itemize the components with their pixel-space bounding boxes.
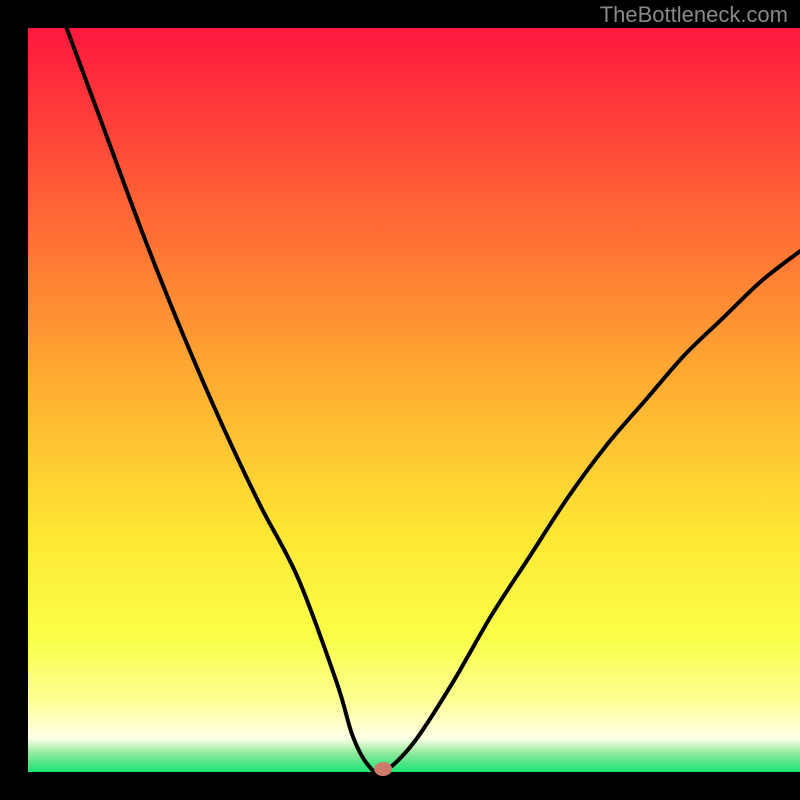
plot-background — [28, 28, 800, 772]
watermark-text: TheBottleneck.com — [600, 2, 788, 28]
chart-container: { "watermark": "TheBottleneck.com", "cha… — [0, 0, 800, 800]
optimum-marker — [374, 762, 392, 776]
bottleneck-chart — [0, 0, 800, 800]
